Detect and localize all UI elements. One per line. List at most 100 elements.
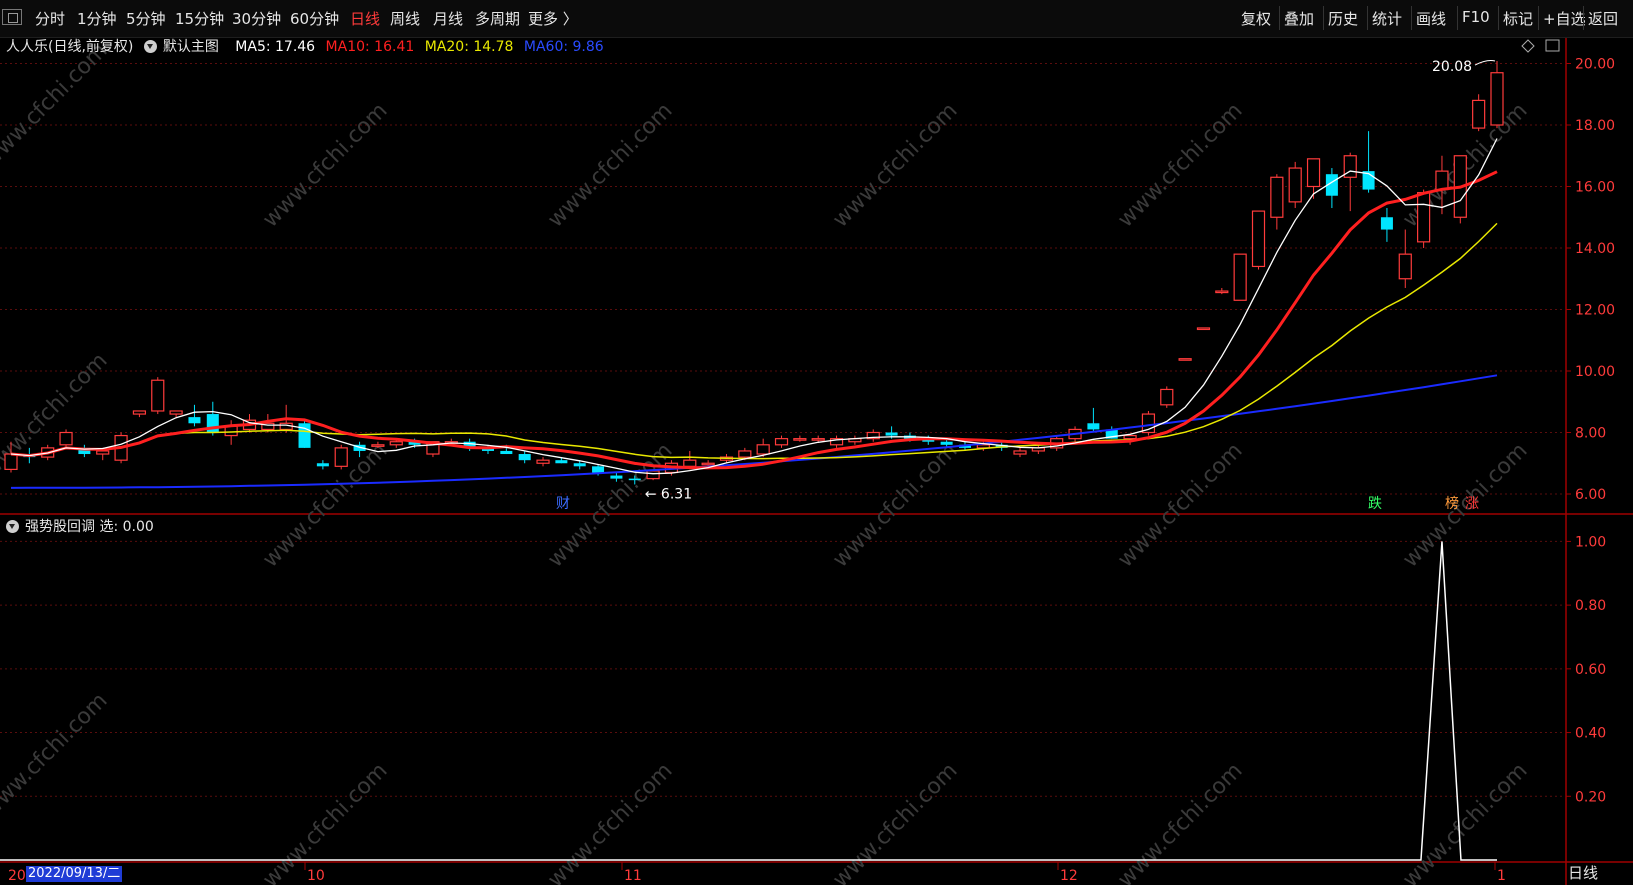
month-label: 1 [1497,868,1506,884]
candle-body [4,453,18,470]
candle-body [132,410,147,415]
candle-body [1160,388,1174,406]
candle-body [1233,253,1247,301]
watermark-text: www.cfchi.com [828,758,962,885]
candle-body [1435,170,1449,191]
month-label: 11 [624,868,642,884]
toolbar-item-8[interactable]: 月线 [433,8,463,29]
watermark-text: www.cfchi.com [1113,438,1247,572]
candle-body [151,379,165,412]
toolbar-separator [1367,6,1368,30]
indicator-tick-label: 0.80 [1575,598,1606,614]
toolbar-item-1[interactable]: 1分钟 [77,8,117,29]
candle-body [701,462,715,466]
candle-body [592,466,605,473]
dropdown-icon[interactable] [143,40,157,53]
indicator-tick-label: 1.00 [1575,534,1606,550]
candle-body [573,463,586,467]
candle-body [1472,99,1486,129]
toolbar-right-item-4[interactable]: 画线 [1416,8,1446,29]
toolbar-right-item-7[interactable]: +自选 [1543,8,1586,29]
indicator-tick-label: 0.20 [1575,789,1606,805]
candle-body [518,454,531,461]
toolbar-separator [1411,6,1412,30]
candle-body [1288,167,1302,203]
candle-body [1123,434,1137,440]
toolbar-right-item-1[interactable]: 叠加 [1284,8,1314,29]
watermark-text: www.cfchi.com [258,758,392,885]
toolbar-right-item-8[interactable]: 返回 [1588,8,1618,29]
toolbar-item-10[interactable]: 更多 〉 [528,8,578,29]
candle-body [774,438,789,446]
ma60-value: MA60: 9.86 [523,39,604,55]
toolbar-item-6[interactable]: 日线 [350,8,380,29]
candle-body [96,450,110,455]
chart-canvas[interactable]: 20.00 18.00 16.00 14.00 12.00 10.00 8.00 6.00 1.… [0,0,1633,885]
toolbar-separator [1538,6,1539,30]
toolbar-right-item-6[interactable]: 标记 [1503,8,1533,29]
diamond-icon[interactable] [1521,39,1535,53]
candle-body [885,432,898,436]
candle-body [555,460,568,464]
candles-group [4,61,1504,485]
candle-body [610,475,623,479]
candle-body [1013,450,1027,455]
watermark-text: www.cfchi.com [0,38,113,172]
toolbar-right-item-2[interactable]: 历史 [1328,8,1358,29]
candle-body [1398,253,1412,280]
candle-body [334,447,348,467]
main-legend: 人人乐(日线,前复权) 默认主图 MA5: 17.46 MA10: 16.41 … [6,36,610,56]
candle-body [224,425,238,437]
toolbar-separator [1323,6,1324,30]
event-tag-zhang: 涨 [1465,496,1479,512]
ma10-value: MA10: 16.41 [325,39,415,55]
candle-body [500,450,513,455]
toolbar-separator [1457,6,1458,30]
price-tick-label: 16.00 [1575,180,1615,196]
indicator-line [0,541,1497,861]
watermark-text: www.cfchi.com [1113,758,1247,885]
toolbar-separator [1279,6,1280,30]
ma20-value: MA20: 14.78 [424,39,514,55]
indicator-tick-label: 0.40 [1575,726,1606,742]
candle-body [1251,210,1266,268]
price-tick-label: 20.00 [1575,57,1615,73]
toolbar-right-item-5[interactable]: F10 [1462,8,1490,26]
candle-body [188,417,201,424]
watermark-text: www.cfchi.com [1398,758,1532,885]
indicator-name: 强势股回调 [25,519,95,535]
ma5-value: MA5: 17.46 [235,39,316,55]
candle-body [683,459,697,467]
toolbar-right-item-0[interactable]: 复权 [1241,8,1271,29]
price-tick-label: 10.00 [1575,364,1615,380]
candle-body [389,441,403,446]
candle-body [1306,158,1321,188]
toolbar-item-7[interactable]: 周线 [390,8,420,29]
main-chart-label[interactable]: 默认主图 [143,39,225,55]
event-tag-cai: 财 [556,496,570,512]
toolbar-item-5[interactable]: 60分钟 [290,8,339,29]
window-icon[interactable] [2,9,22,25]
dropdown-icon[interactable] [6,520,19,533]
indicator-tick-label: 0.60 [1575,662,1606,678]
high-price-arrow [1474,60,1496,66]
toolbar-right-item-3[interactable]: 统计 [1372,8,1402,29]
panel-toggle-icon[interactable] [1545,39,1560,52]
watermark-text: www.cfchi.com [543,98,677,232]
candle-body [371,444,385,447]
period-label[interactable]: 日线 [1568,862,1598,883]
low-price-label: ← 6.31 [645,486,692,502]
watermark-text: www.cfchi.com [0,688,113,822]
toolbar-item-3[interactable]: 15分钟 [175,8,224,29]
toolbar-item-0[interactable]: 分时 [35,8,65,29]
candle-body [756,444,770,455]
toolbar-item-4[interactable]: 30分钟 [232,8,281,29]
indicator-value: 选: 0.00 [99,519,154,535]
year-label-partial: 20 [8,868,26,884]
toolbar-item-2[interactable]: 5分钟 [126,8,166,29]
candle-body [59,431,73,446]
toolbar-item-9[interactable]: 多周期 [475,8,520,29]
month-label: 10 [307,868,325,884]
price-tick-label: 18.00 [1575,118,1615,134]
period-toolbar: 分时 1分钟 5分钟 15分钟 30分钟 60分钟 日线 周线 月线 多周期 更多 〉 复权 叠加 历史统… [0,0,1633,38]
